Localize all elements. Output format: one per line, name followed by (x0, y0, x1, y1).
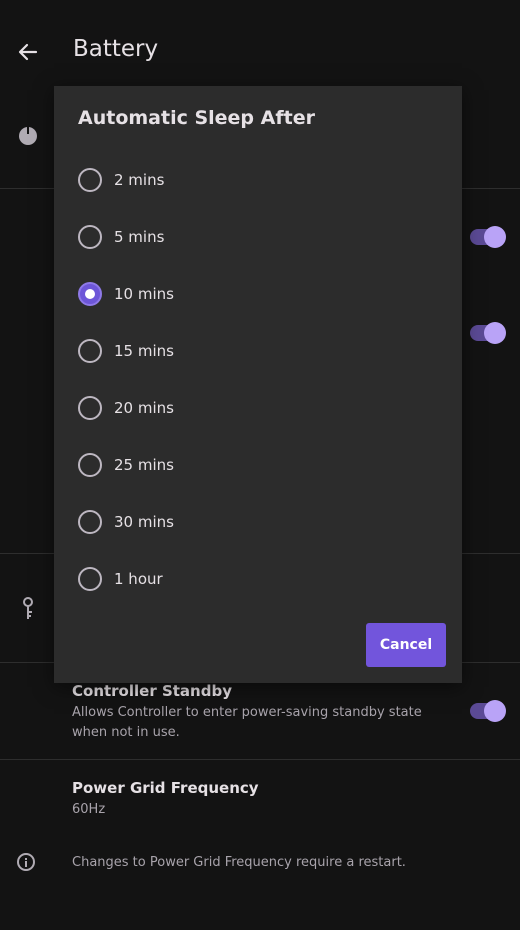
radio-button[interactable] (78, 395, 102, 420)
option-25-mins[interactable]: 25 mins (54, 436, 462, 493)
radio-button-selected[interactable] (78, 281, 102, 306)
option-10-mins[interactable]: 10 mins (54, 265, 462, 322)
controller-standby-subtitle-line2: when not in use. (72, 725, 180, 740)
controller-standby-subtitle-line1: Allows Controller to enter power-saving … (72, 705, 422, 720)
controller-standby-title: Controller Standby (72, 682, 232, 700)
toggle-knob (484, 700, 506, 722)
sleep-dialog: Automatic Sleep After 2 mins 5 mins 10 m… (54, 86, 462, 683)
radio-button[interactable] (78, 224, 102, 249)
option-label: 25 mins (114, 455, 174, 474)
arrow-back-icon (18, 43, 38, 61)
option-30-mins[interactable]: 30 mins (54, 493, 462, 550)
radio-button[interactable] (78, 566, 102, 591)
setting-toggle-1[interactable] (470, 226, 506, 248)
toggle-knob (484, 322, 506, 344)
back-button[interactable] (14, 38, 42, 66)
power-icon (19, 125, 37, 145)
info-text: Changes to Power Grid Frequency require … (72, 855, 406, 870)
radio-button[interactable] (78, 167, 102, 192)
option-label: 5 mins (114, 227, 165, 246)
radio-button[interactable] (78, 338, 102, 363)
option-label: 20 mins (114, 398, 174, 417)
option-label: 30 mins (114, 512, 174, 531)
radio-button[interactable] (78, 452, 102, 477)
cancel-button[interactable]: Cancel (366, 623, 446, 667)
option-2-mins[interactable]: 2 mins (54, 151, 462, 208)
power-grid-title[interactable]: Power Grid Frequency (72, 779, 259, 797)
option-label: 10 mins (114, 284, 174, 303)
option-1-hour[interactable]: 1 hour (54, 550, 462, 607)
power-grid-value: 60Hz (72, 802, 106, 817)
option-20-mins[interactable]: 20 mins (54, 379, 462, 436)
toggle-knob (484, 226, 506, 248)
radio-button[interactable] (78, 509, 102, 534)
option-label: 2 mins (114, 170, 165, 189)
option-label: 15 mins (114, 341, 174, 360)
option-label: 1 hour (114, 569, 163, 588)
option-15-mins[interactable]: 15 mins (54, 322, 462, 379)
page-title: Battery (73, 36, 159, 62)
info-icon (17, 853, 35, 871)
setting-toggle-2[interactable] (470, 322, 506, 344)
option-5-mins[interactable]: 5 mins (54, 208, 462, 265)
dialog-title: Automatic Sleep After (78, 107, 315, 129)
key-icon (23, 597, 33, 619)
options-list: 2 mins 5 mins 10 mins 15 mins 20 mins 25… (54, 151, 462, 607)
divider (0, 759, 520, 760)
controller-standby-toggle[interactable] (470, 700, 506, 722)
